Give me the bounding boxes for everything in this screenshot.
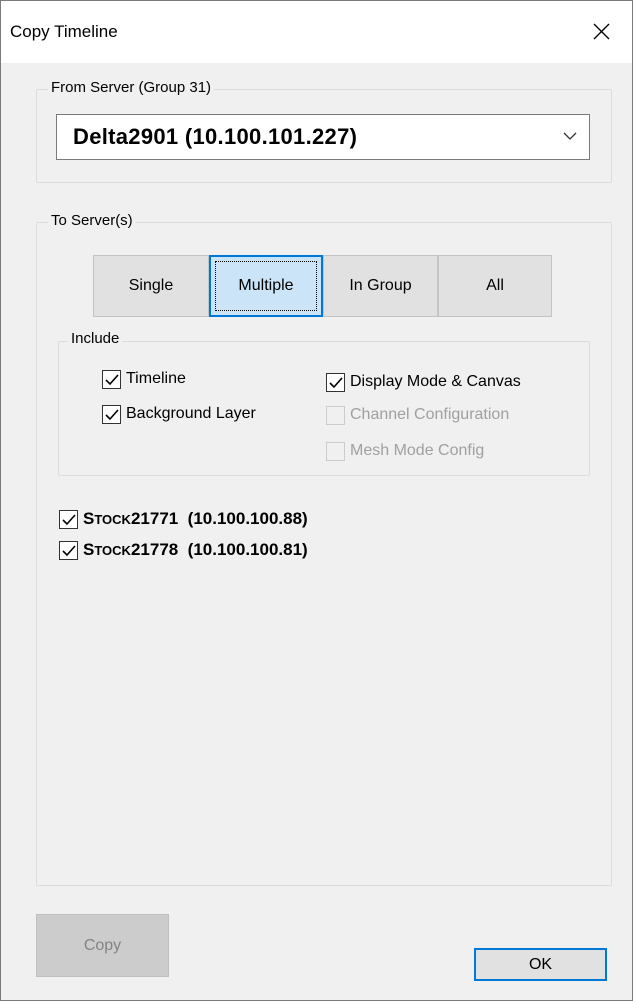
single-mode-label: Single — [128, 277, 174, 294]
from-server-value: Delta2901 (10.100.101.227) — [73, 124, 358, 149]
checkbox-box — [326, 405, 345, 425]
in-group-mode-button[interactable]: In Group — [323, 255, 438, 317]
close-icon — [593, 23, 610, 40]
mesh-mode-config-checkbox[interactable]: Mesh Mode Config — [326, 441, 484, 461]
all-mode-label: All — [486, 277, 504, 294]
server-label: STOCK21771 (10.100.100.88) — [83, 509, 308, 530]
ok-button-label: OK — [528, 956, 553, 973]
server-name-number: 21771 — [130, 509, 179, 528]
title-bar: Copy Timeline — [1, 1, 632, 63]
copy-button-label: Copy — [83, 937, 122, 954]
ok-button[interactable]: OK — [474, 948, 607, 981]
include-label: Include — [68, 330, 123, 348]
single-mode-button[interactable]: Single — [93, 255, 209, 317]
mesh-mode-config-checkbox-label: Mesh Mode Config — [350, 442, 485, 459]
background-layer-checkbox[interactable]: Background Layer — [102, 404, 256, 424]
server-address: (10.100.100.81) — [178, 540, 308, 559]
display-mode-canvas-checkbox[interactable]: Display Mode & Canvas — [326, 372, 521, 392]
multiple-mode-button[interactable]: Multiple — [209, 255, 323, 317]
all-mode-button[interactable]: All — [438, 255, 552, 317]
from-server-dropdown[interactable]: Delta2901 (10.100.101.227) — [56, 114, 590, 160]
timeline-checkbox-label: Timeline — [126, 370, 186, 387]
checkbox-box — [102, 404, 121, 424]
in-group-mode-label: In Group — [349, 277, 412, 294]
close-button[interactable] — [570, 1, 632, 63]
channel-configuration-checkbox-label: Channel Configuration — [350, 406, 510, 423]
server-name-initial: S — [83, 509, 95, 528]
window-title: Copy Timeline — [10, 22, 118, 41]
checkmark-icon — [105, 408, 119, 420]
background-layer-checkbox-label: Background Layer — [126, 405, 256, 422]
checkbox-box — [59, 510, 78, 529]
server-name-number: 21778 — [130, 540, 179, 559]
server-name-small-caps: TOCK — [94, 543, 131, 558]
checkmark-icon — [62, 514, 76, 526]
checkmark-icon — [105, 373, 119, 385]
checkmark-icon — [62, 545, 76, 557]
from-server-label: From Server (Group 31) — [48, 79, 215, 97]
to-servers-label: To Server(s) — [48, 212, 136, 230]
server-list-item[interactable]: STOCK21778 (10.100.100.81) — [59, 540, 308, 561]
checkbox-box — [326, 441, 345, 461]
server-name-small-caps: TOCK — [94, 512, 131, 527]
checkbox-box — [102, 369, 121, 389]
copy-button[interactable]: Copy — [36, 914, 169, 977]
checkmark-icon — [329, 376, 343, 388]
server-address: (10.100.100.88) — [178, 509, 308, 528]
checkbox-box — [59, 541, 78, 560]
server-name-initial: S — [83, 540, 95, 559]
chevron-down-icon — [563, 132, 577, 140]
server-list-item[interactable]: STOCK21771 (10.100.100.88) — [59, 509, 308, 530]
channel-configuration-checkbox[interactable]: Channel Configuration — [326, 405, 509, 425]
copy-timeline-dialog: Copy Timeline From Server (Group 31) Del… — [0, 0, 633, 1001]
timeline-checkbox[interactable]: Timeline — [102, 369, 186, 389]
server-label: STOCK21778 (10.100.100.81) — [83, 540, 308, 561]
display-mode-canvas-checkbox-label: Display Mode & Canvas — [350, 373, 521, 390]
focus-rectangle — [215, 261, 317, 311]
checkbox-box — [326, 372, 345, 392]
